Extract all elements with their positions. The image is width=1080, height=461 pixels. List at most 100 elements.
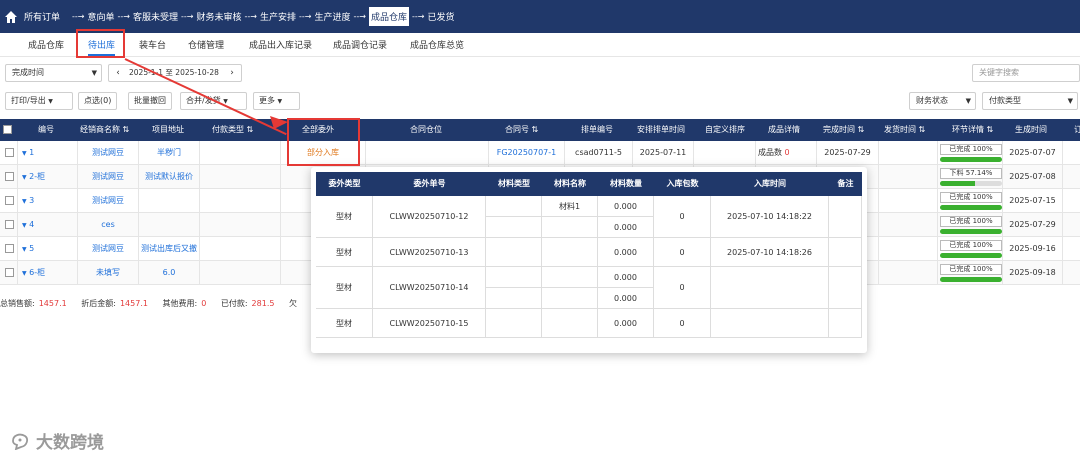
flow-production-plan[interactable]: 生产安排 [260, 10, 296, 23]
row-id[interactable]: ▼ 2-柜 [22, 165, 45, 189]
project-address[interactable]: 半秽门 [139, 141, 199, 165]
table-row[interactable]: ▼ 1 测试网豆 半秽门 部分入库 FG20250707-1 csad0711-5 2025… [0, 141, 1080, 165]
date-range-picker[interactable]: ‹ 2025-1-1 至 2025-10-28 › [108, 64, 242, 82]
row-id[interactable]: ▼ 1 [22, 141, 34, 165]
col-header-custom-sort[interactable]: 自定义排序 [705, 119, 745, 141]
more-button[interactable]: 更多 ▼ [253, 92, 300, 110]
progress-bar [940, 205, 1002, 210]
step-progress[interactable]: 已完成 100% [940, 216, 1002, 234]
col-header-schedule-no[interactable]: 排单编号 [581, 119, 613, 141]
sort-icon[interactable]: ⇅ [123, 125, 130, 134]
step-progress[interactable]: 已完成 100% [940, 264, 1002, 282]
col-header-step-detail[interactable]: 环节详情 ⇅ [952, 119, 993, 141]
expand-icon[interactable]: ▼ [22, 174, 27, 181]
done-time: 2025-07-29 [824, 148, 871, 157]
step-progress[interactable]: 已完成 100% [940, 192, 1002, 210]
payment-type-select[interactable]: 付款类型 ▼ [982, 92, 1078, 110]
expand-icon[interactable]: ▼ [22, 222, 27, 229]
expand-icon[interactable]: ▼ [22, 150, 27, 157]
dealer-name[interactable]: 未填写 [78, 261, 138, 285]
dealer-name[interactable]: 测试网豆 [78, 237, 138, 261]
sort-icon[interactable]: ⇅ [919, 125, 926, 134]
flow-cs-pending[interactable]: 客服未受理 [133, 10, 178, 23]
tab-loading-dock[interactable]: 装车台 [139, 38, 166, 51]
col-header-order[interactable]: 订 [1074, 119, 1080, 141]
select-button[interactable]: 点选(0) [78, 92, 118, 110]
project-address[interactable]: 6.0 [139, 261, 199, 285]
contract-no[interactable]: FG20250707-1 [489, 141, 564, 165]
tab-warehouse-overview[interactable]: 成品仓库总览 [410, 38, 464, 51]
sort-icon[interactable]: ⇅ [532, 125, 539, 134]
flow-shipped[interactable]: 已发货 [428, 10, 455, 23]
time-type-value: 完成时间 [12, 68, 44, 77]
row-checkbox[interactable] [3, 237, 15, 261]
col-header-contract-loc[interactable]: 合同仓位 [410, 119, 442, 141]
project-address[interactable] [139, 213, 199, 237]
batch-revoke-button[interactable]: 批量撤回 [128, 92, 172, 110]
home-icon[interactable] [4, 10, 18, 24]
step-progress[interactable]: 已完成 100% [940, 144, 1002, 162]
schedule-time: 2025-07-11 [639, 148, 687, 157]
tab-finished-warehouse[interactable]: 成品仓库 [28, 38, 64, 51]
expand-icon[interactable]: ▼ [22, 270, 27, 277]
expand-icon[interactable]: ▼ [22, 198, 27, 205]
row-id[interactable]: ▼ 6-柜 [22, 261, 45, 285]
row-id[interactable]: ▼ 3 [22, 189, 34, 213]
popup-material-type [486, 309, 542, 338]
sort-icon[interactable]: ⇅ [247, 125, 254, 134]
keyword-search-input[interactable]: 关键字搜索 [972, 64, 1080, 82]
tab-storage-mgmt[interactable]: 仓储管理 [188, 38, 224, 51]
total-sales-label: 总销售额: [0, 299, 35, 308]
popup-in-packs: 0 [654, 267, 711, 309]
step-progress[interactable]: 下料 57.14% [940, 168, 1002, 186]
row-checkbox[interactable] [3, 141, 15, 165]
project-address[interactable]: 测试出库后又撤 [139, 237, 199, 261]
col-header-ship-time[interactable]: 发货时间 ⇅ [884, 119, 925, 141]
flow-production-progress[interactable]: 生产进度 [315, 10, 351, 23]
next-range-icon[interactable]: › [225, 65, 239, 81]
finance-status-select[interactable]: 财务状态 ▼ [909, 92, 976, 110]
flow-finance-pending[interactable]: 财务未审核 [197, 10, 242, 23]
col-header-id[interactable]: 编号 [38, 119, 54, 141]
select-all-checkbox[interactable] [3, 119, 12, 141]
flow-intent[interactable]: 意向单 [88, 10, 115, 23]
row-checkbox[interactable] [3, 261, 15, 285]
flow-finished-warehouse[interactable]: 成品仓库 [369, 7, 410, 26]
popup-material-name [542, 267, 598, 288]
dealer-name[interactable]: 测试网豆 [78, 189, 138, 213]
row-checkbox[interactable] [3, 189, 15, 213]
col-header-contract-no[interactable]: 合同号 ⇅ [505, 119, 538, 141]
project-address[interactable] [139, 189, 199, 213]
prev-range-icon[interactable]: ‹ [111, 65, 125, 81]
discount-label: 折后金额: [81, 299, 116, 308]
sort-icon[interactable]: ⇅ [987, 125, 994, 134]
product-count-label: 成品数 [758, 148, 782, 157]
row-id[interactable]: ▼ 5 [22, 237, 34, 261]
dealer-name[interactable]: 测试网豆 [78, 141, 138, 165]
row-checkbox[interactable] [3, 165, 15, 189]
sort-icon[interactable]: ⇅ [858, 125, 865, 134]
col-header-schedule-time[interactable]: 安排排单时间 [637, 119, 685, 141]
step-progress[interactable]: 已完成 100% [940, 240, 1002, 258]
expand-icon[interactable]: ▼ [22, 246, 27, 253]
col-header-done-time[interactable]: 完成时间 ⇅ [823, 119, 864, 141]
tab-transfer-records[interactable]: 成品调仓记录 [333, 38, 387, 51]
time-type-select[interactable]: 完成时间 ▼ [5, 64, 102, 82]
col-header-product-detail[interactable]: 成品详情 [768, 119, 800, 141]
discount-value: 1457.1 [119, 299, 148, 308]
created-time: 2025-09-16 [1009, 244, 1056, 253]
print-export-button[interactable]: 打印/导出 ▼ [5, 92, 73, 110]
col-header-payment[interactable]: 付款类型 ⇅ [212, 119, 253, 141]
col-header-address[interactable]: 项目地址 [152, 119, 184, 141]
flow-all-orders[interactable]: 所有订单 [24, 10, 60, 23]
popup-material-type [486, 238, 542, 267]
col-header-dealer[interactable]: 经销商名称 ⇅ [80, 119, 129, 141]
row-checkbox[interactable] [3, 213, 15, 237]
col-header-created[interactable]: 生成时间 [1015, 119, 1047, 141]
tab-inout-records[interactable]: 成品出入库记录 [249, 38, 312, 51]
row-id[interactable]: ▼ 4 [22, 213, 34, 237]
product-detail[interactable]: 成品数 0 [758, 141, 790, 165]
dealer-name[interactable]: 测试网豆 [78, 165, 138, 189]
project-address[interactable]: 测试默认报价 [139, 165, 199, 189]
dealer-name[interactable]: ces [78, 213, 138, 237]
